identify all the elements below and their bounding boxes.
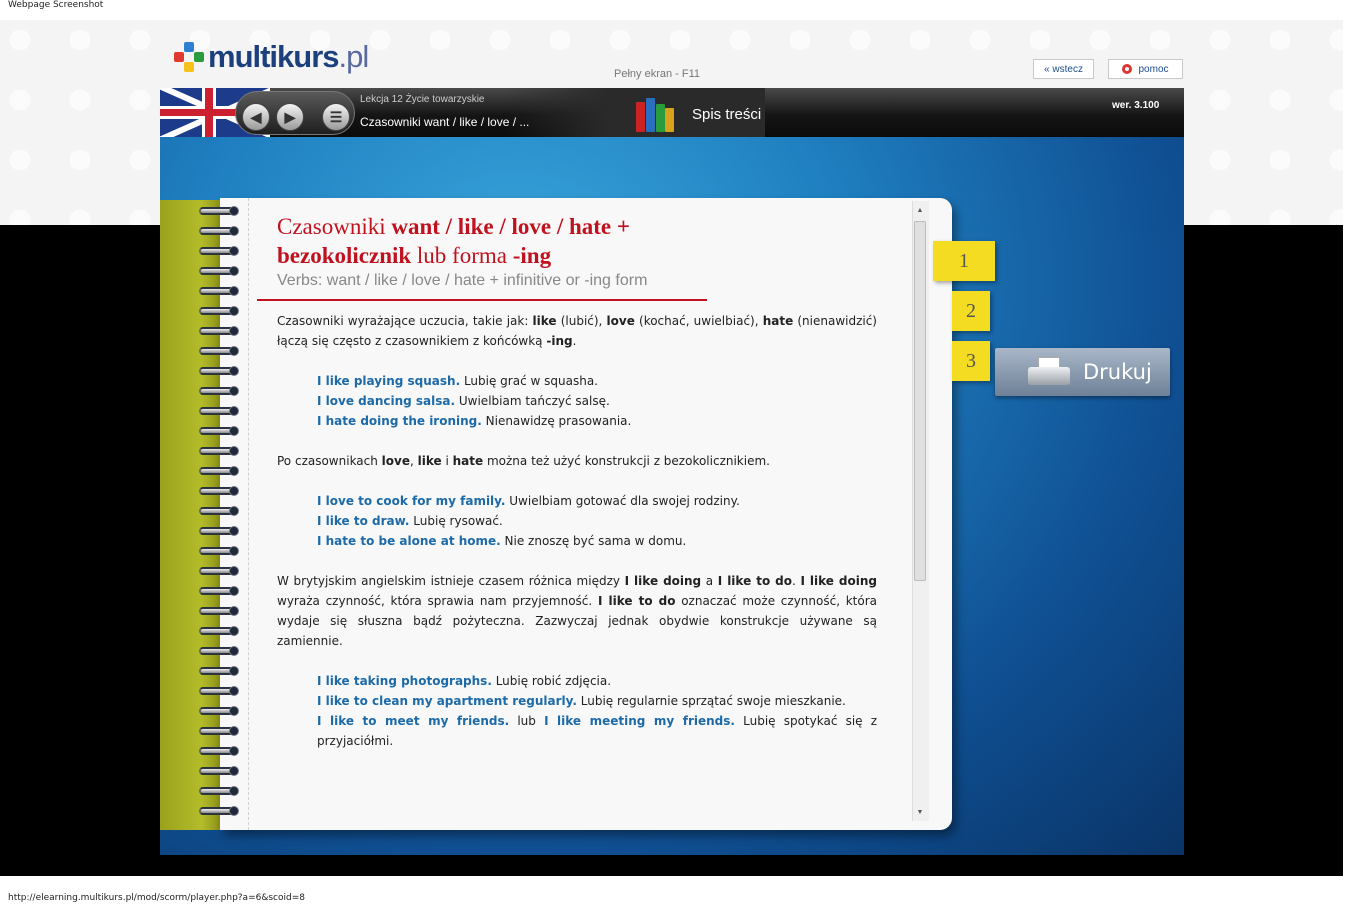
example-sentence: I hate to be alone at home. Nie znoszę b… [317, 534, 687, 548]
help-label: pomoc [1138, 63, 1169, 75]
print-label: Drukuj [1083, 360, 1152, 384]
example-sentence: I hate doing the ironing. Nienawidzę pra… [317, 414, 632, 428]
spiral-ring [199, 806, 239, 816]
page-tab-2[interactable]: 2 [952, 291, 990, 331]
example-sentence: I like playing squash. Lubię grać w squa… [317, 374, 598, 388]
spiral-ring [199, 766, 239, 776]
spiral-ring [199, 366, 239, 376]
spiral-ring [199, 626, 239, 636]
books-icon[interactable] [636, 96, 674, 132]
spiral-ring [199, 386, 239, 396]
page: multikurs.pl Pełny ekran - F11 « wstecz … [0, 20, 1343, 876]
logo-suffix: .pl [338, 39, 370, 74]
topic-title[interactable]: Czasowniki want / like / love / ... [360, 115, 529, 129]
example-sentence: I like to meet my friends. lub I like me… [317, 714, 878, 748]
spiral-ring [199, 566, 239, 576]
caption-top: Webpage Screenshot [8, 0, 104, 10]
spiral-ring [199, 246, 239, 256]
example-sentence: I love dancing salsa. Uwielbiam tańczyć … [317, 394, 610, 408]
spiral-ring [199, 726, 239, 736]
lesson-stage: Czasowniki want / like / love / hate + b… [160, 137, 1184, 855]
spiral-ring [199, 746, 239, 756]
spiral-ring [199, 226, 239, 236]
spiral-ring [199, 506, 239, 516]
print-button[interactable]: Drukuj [995, 348, 1170, 396]
spiral-ring [199, 706, 239, 716]
spiral-ring [199, 606, 239, 616]
arrow-left-icon[interactable]: ◀ [242, 103, 270, 131]
lesson-title: Lekcja 12 Życie towarzyskie [360, 94, 485, 105]
arrow-right-icon[interactable]: ▶ [276, 103, 304, 131]
player-toolbar: ◀ ▶ ☰ Lekcja 12 Życie towarzyskie Czasow… [160, 88, 1184, 137]
example-sentence: I like taking photographs. Lubię robić z… [317, 674, 612, 688]
back-button[interactable]: « wstecz [1033, 59, 1094, 79]
multikurs-logo[interactable]: multikurs.pl [174, 39, 370, 75]
spiral-ring [199, 286, 239, 296]
navigation-pill: ◀ ▶ ☰ [235, 91, 355, 135]
british-english-paragraph: W brytyjskim angielskim istnieje czasem … [277, 574, 878, 648]
spiral-ring [199, 526, 239, 536]
version-label: wer. 3.100 [1112, 100, 1160, 111]
spiral-ring [199, 346, 239, 356]
spiral-ring [199, 546, 239, 556]
spiral-ring [199, 266, 239, 276]
help-button[interactable]: pomoc [1108, 59, 1183, 79]
scroll-down-icon[interactable]: ▼ [914, 807, 926, 819]
lesson-heading: Czasowniki want / like / love / hate + b… [277, 214, 630, 268]
list-icon[interactable]: ☰ [322, 103, 350, 131]
infinitive-paragraph: Po czasownikach love, like i hate można … [277, 454, 770, 468]
example-sentence: I love to cook for my family. Uwielbiam … [317, 494, 740, 508]
fullscreen-hint: Pełny ekran - F11 [614, 68, 701, 80]
notebook-page: Czasowniki want / like / love / hate + b… [220, 198, 952, 830]
logo-main: multikurs [208, 39, 340, 74]
scroll-up-icon[interactable]: ▲ [914, 205, 926, 217]
logo-text: multikurs.pl [208, 39, 370, 75]
spiral-ring [199, 306, 239, 316]
content-scrollbar-thumb[interactable] [914, 221, 926, 581]
notebook-spiral [199, 206, 241, 819]
spiral-ring [199, 326, 239, 336]
spiral-ring [199, 206, 239, 216]
page-tab-1[interactable]: 1 [933, 241, 995, 281]
intro-paragraph: Czasowniki wyrażające uczucia, takie jak… [277, 314, 877, 348]
spiral-ring [199, 786, 239, 796]
lesson-subheading: Verbs: want / like / love / hate + infin… [277, 272, 648, 289]
spiral-ring [199, 486, 239, 496]
spiral-ring [199, 646, 239, 656]
spiral-ring [199, 586, 239, 596]
heading-divider [257, 299, 707, 301]
spiral-ring [199, 446, 239, 456]
example-sentence: I like to clean my apartment regularly. … [317, 694, 846, 708]
lesson-content: Czasowniki want / like / love / hate + b… [257, 212, 878, 751]
logo-icon [174, 42, 204, 72]
lifebuoy-icon [1122, 64, 1133, 74]
printer-icon [1028, 355, 1070, 389]
spiral-ring [199, 406, 239, 416]
spiral-ring [199, 426, 239, 436]
example-sentence: I like to draw. Lubię rysować. [317, 514, 503, 528]
spiral-ring [199, 686, 239, 696]
spiral-ring [199, 666, 239, 676]
table-of-contents-link[interactable]: Spis treści [692, 106, 761, 123]
page-tab-3[interactable]: 3 [952, 341, 990, 381]
caption-url: http://elearning.multikurs.pl/mod/scorm/… [8, 893, 305, 903]
spiral-ring [199, 466, 239, 476]
